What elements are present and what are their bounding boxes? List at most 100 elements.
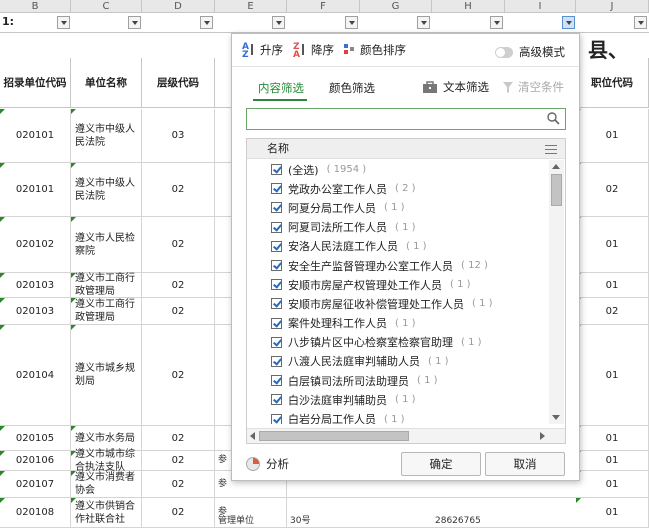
- cell-unit-name[interactable]: 遵义市城乡规划局: [71, 325, 142, 425]
- column-g-header[interactable]: G: [360, 0, 432, 13]
- header-unit-code[interactable]: 招录单位代码: [0, 58, 71, 108]
- header-level-code[interactable]: 层级代码: [142, 58, 215, 108]
- tab-content-filter[interactable]: 内容筛选: [258, 80, 304, 96]
- vertical-scrollbar[interactable]: [549, 160, 564, 424]
- select-all-item[interactable]: (全选) ( 1954 ): [247, 160, 550, 179]
- scroll-left-icon[interactable]: [250, 432, 255, 440]
- cell-level-code[interactable]: 02: [142, 217, 215, 272]
- sort-ascending-button[interactable]: AZ 升序: [242, 42, 283, 60]
- cell-unit-code[interactable]: 020101: [0, 109, 71, 162]
- filter-value-item[interactable]: 安顺市房屋产权管理处工作人员 ( 1 ): [247, 275, 550, 294]
- filter-value-item[interactable]: 安洛人民法庭工作人员 ( 1 ): [247, 237, 550, 256]
- sort-descending-button[interactable]: ZA 降序: [293, 42, 334, 60]
- cell-position-code[interactable]: 01: [576, 498, 649, 527]
- checkbox-checked-icon[interactable]: [271, 394, 282, 406]
- cell-unit-code[interactable]: 020106: [0, 451, 71, 470]
- cell-level-code[interactable]: 02: [142, 298, 215, 324]
- cell-level-code[interactable]: 02: [142, 325, 215, 425]
- cell-unit-name[interactable]: 遵义市消费者协会: [71, 471, 142, 497]
- search-field[interactable]: [246, 108, 566, 130]
- cell-position-code[interactable]: 02: [576, 298, 649, 324]
- horizontal-scroll-thumb[interactable]: [259, 431, 409, 441]
- horizontal-scrollbar[interactable]: [247, 428, 565, 443]
- checkbox-checked-icon[interactable]: [271, 317, 282, 329]
- checkbox-checked-icon[interactable]: [271, 221, 282, 233]
- column-c-header[interactable]: C: [71, 0, 142, 13]
- cell-unit-code[interactable]: 020104: [0, 325, 71, 425]
- checkbox-checked-icon[interactable]: [271, 279, 282, 291]
- search-input[interactable]: [247, 109, 537, 129]
- cell-level-code[interactable]: 02: [142, 273, 215, 297]
- filter-dropdown-h[interactable]: [490, 16, 503, 29]
- column-d-header[interactable]: D: [142, 0, 215, 13]
- analysis-button[interactable]: 分析: [246, 456, 289, 472]
- scroll-right-icon[interactable]: [540, 432, 545, 440]
- filter-dropdown-g[interactable]: [417, 16, 430, 29]
- filter-value-item[interactable]: 白层镇司法所司法助理员 ( 1 ): [247, 371, 550, 390]
- checkbox-checked-icon[interactable]: [271, 375, 282, 387]
- cell-position-code[interactable]: 01: [576, 451, 649, 470]
- cell-unit-code[interactable]: 020108: [0, 498, 71, 527]
- color-sort-button[interactable]: 颜色排序: [344, 42, 406, 58]
- vertical-scroll-thumb[interactable]: [551, 174, 562, 206]
- filter-value-item[interactable]: 白岩分局工作人员 ( 1 ): [247, 409, 550, 424]
- cell-unit-code[interactable]: 020103: [0, 273, 71, 297]
- cell-unit-code[interactable]: 020103: [0, 298, 71, 324]
- cell-unit-name[interactable]: 遵义市城市综合执法支队: [71, 449, 142, 473]
- ok-button[interactable]: 确定: [401, 452, 481, 476]
- column-e-header[interactable]: E: [215, 0, 287, 13]
- cell-unit-name[interactable]: 遵义市供销合作社联合社: [71, 498, 142, 527]
- cell-position-code[interactable]: 01: [576, 109, 649, 162]
- checkbox-checked-icon[interactable]: [271, 413, 282, 424]
- cell-unit-name[interactable]: 遵义市工商行政管理局: [71, 273, 142, 297]
- checkbox-checked-icon[interactable]: [271, 183, 282, 195]
- cell-level-code[interactable]: 02: [142, 451, 215, 470]
- checkbox-checked-icon[interactable]: [271, 260, 282, 272]
- scroll-up-icon[interactable]: [552, 164, 560, 169]
- checkbox-checked-icon[interactable]: [271, 355, 282, 367]
- cell-h-extra[interactable]: 28626765: [432, 515, 505, 527]
- tab-color-filter[interactable]: 颜色筛选: [329, 80, 375, 96]
- column-i-header[interactable]: I: [505, 0, 576, 13]
- cell-unit-code[interactable]: 020105: [0, 426, 71, 450]
- checkbox-checked-icon[interactable]: [271, 240, 282, 252]
- filter-dropdown-b[interactable]: [57, 16, 70, 29]
- advanced-mode-toggle[interactable]: 高级模式: [495, 44, 565, 60]
- list-menu-icon[interactable]: [545, 145, 557, 154]
- checkbox-checked-icon[interactable]: [271, 164, 282, 176]
- scroll-down-icon[interactable]: [552, 415, 560, 420]
- column-f-header[interactable]: F: [287, 0, 360, 13]
- checkbox-checked-icon[interactable]: [271, 298, 282, 310]
- checkbox-checked-icon[interactable]: [271, 336, 282, 348]
- filter-value-item[interactable]: 案件处理科工作人员 ( 1 ): [247, 314, 550, 333]
- cell-position-code[interactable]: 01: [576, 471, 649, 497]
- cell-unit-name[interactable]: 遵义市工商行政管理局: [71, 298, 142, 324]
- filter-value-item[interactable]: 白沙法庭审判辅助员 ( 1 ): [247, 390, 550, 409]
- filter-value-item[interactable]: 安顺市房屋征收补偿管理处工作人员 ( 1 ): [247, 294, 550, 313]
- cell-position-code[interactable]: 01: [576, 325, 649, 425]
- cell-position-code[interactable]: 01: [576, 273, 649, 297]
- cell-unit-name[interactable]: 遵义市中级人民法院: [71, 163, 142, 216]
- cell-position-code[interactable]: 01: [576, 426, 649, 450]
- filter-dropdown-f[interactable]: [345, 16, 358, 29]
- checkbox-checked-icon[interactable]: [271, 202, 282, 214]
- column-b-header[interactable]: B: [0, 0, 71, 13]
- filter-value-item[interactable]: 安全生产监督管理办公室工作人员 ( 12 ): [247, 256, 550, 275]
- text-filter-button[interactable]: 文本筛选: [422, 79, 489, 95]
- filter-value-item[interactable]: 八步镇片区中心检察室检察官助理 ( 1 ): [247, 333, 550, 352]
- filter-dropdown-j[interactable]: [634, 16, 647, 29]
- clear-condition-button[interactable]: 清空条件: [502, 79, 564, 95]
- filter-value-item[interactable]: 阿夏分局工作人员 ( 1 ): [247, 198, 550, 217]
- cell-f-extra[interactable]: 30号: [287, 515, 360, 527]
- filter-value-item[interactable]: 党政办公室工作人员 ( 2 ): [247, 179, 550, 198]
- cell-level-code[interactable]: 02: [142, 163, 215, 216]
- cell-unit-code[interactable]: 020101: [0, 163, 71, 216]
- cell-e-extra[interactable]: 管理单位: [215, 515, 287, 527]
- cell-unit-name[interactable]: 遵义市水务局: [71, 426, 142, 450]
- header-position-code[interactable]: 职位代码: [576, 58, 649, 108]
- filter-dropdown-e[interactable]: [272, 16, 285, 29]
- cell-unit-name[interactable]: 遵义市人民检察院: [71, 217, 142, 272]
- filter-dropdown-i[interactable]: [562, 16, 575, 29]
- cell-unit-name[interactable]: 遵义市中级人民法院: [71, 109, 142, 162]
- cell-level-code[interactable]: 02: [142, 471, 215, 497]
